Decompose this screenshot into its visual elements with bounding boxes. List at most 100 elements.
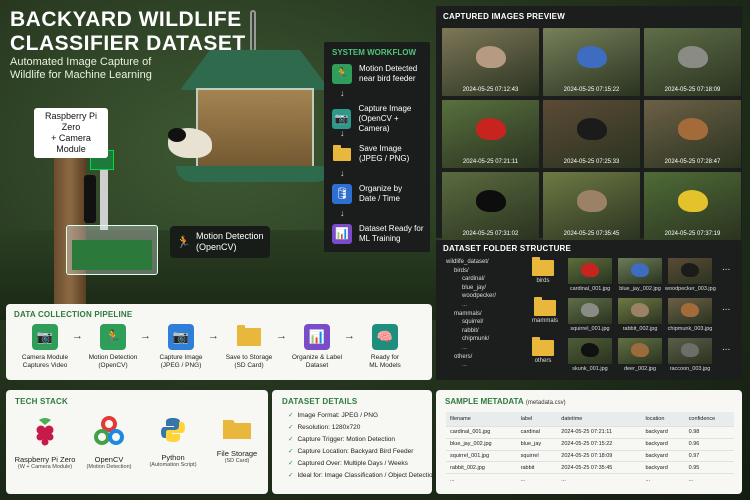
workflow-step-label-1: Save Image <box>359 144 402 153</box>
camera-ribbon-cable <box>100 170 108 230</box>
metadata-cell: 2024-05-25 07:15:22 <box>557 437 642 451</box>
workflow-step: 🛢 Organize by Date / Time <box>332 184 402 204</box>
data-collection-pipeline-panel: DATA COLLECTION PIPELINE 📷 Camera Module C… <box>6 304 432 380</box>
metadata-table: filename label datetime location confidence c… <box>446 412 734 485</box>
captured-image-thumbnail: 2024-05-25 07:15:22 <box>543 28 640 96</box>
dataset-file-name: chipmunk_003.jpg <box>667 326 713 332</box>
tech-stack-name: File Storage <box>216 449 258 458</box>
folder-tree-node: squirrel/ <box>462 319 484 326</box>
metadata-cell: 0.97 <box>684 449 734 462</box>
feeder-hanger <box>250 10 256 52</box>
wildlife-subject <box>681 263 699 277</box>
dataset-detail-item: Capture Location: Backyard Bird Feeder <box>288 446 436 458</box>
folder-tree-node: cardinal/ <box>462 276 485 283</box>
folder-icon <box>222 416 252 445</box>
down-arrow-icon: ↓ <box>340 128 345 138</box>
folder-tree-node: ... <box>462 301 468 308</box>
more-files-ellipsis: ... <box>722 302 731 313</box>
camera-icon: 📷 <box>32 324 58 350</box>
folder-tree-node: woodpecker/ <box>462 293 497 300</box>
pipeline-step-label-2: (JPEG / PNG) <box>160 362 202 369</box>
workflow-step-label-2: ML Training <box>359 234 401 243</box>
pipeline-title: DATA COLLECTION PIPELINE <box>14 310 133 319</box>
pipeline-step: 📷 Capture Image (JPEG / PNG) <box>146 324 216 370</box>
table-row: blue_jay_002.jpg blue_jay 2024-05-25 07:15… <box>446 437 734 451</box>
tech-stack-item: Python (Automation Script) <box>142 416 204 468</box>
running-person-icon: 🏃 <box>332 64 352 84</box>
dataset-folder-title: DATASET FOLDER STRUCTURE <box>443 244 572 253</box>
workflow-step-text: Save Image (JPEG / PNG) <box>359 144 409 164</box>
workflow-step-label-1: Motion Detected <box>359 64 418 73</box>
dataset-file-thumbnail <box>568 298 612 324</box>
metadata-header-row: filename label datetime location confidence <box>446 412 734 427</box>
wildlife-subject <box>581 303 599 317</box>
workflow-step-label-1: Organize by <box>359 184 403 193</box>
system-workflow-title: SYSTEM WORKFLOW <box>332 48 416 57</box>
more-files-ellipsis: ... <box>722 342 731 353</box>
raspberry-icon <box>31 416 59 451</box>
dataset-file-name: cardinal_001.jpg <box>569 286 611 292</box>
dataset-file-thumbnail <box>668 338 712 364</box>
folder-tree-node: ... <box>462 344 468 351</box>
image-timestamp: 2024-05-25 07:12:43 <box>462 87 519 93</box>
category-name: mammals <box>532 318 559 324</box>
tech-stack-item: Raspberry Pi Zero (W + Camera Module) <box>14 416 76 470</box>
dataset-file-thumbnail <box>668 258 712 284</box>
folder-tree-node: mammals/ <box>454 310 482 317</box>
category-folder: mammals <box>532 297 559 324</box>
system-workflow-panel: SYSTEM WORKFLOW 🏃 Motion Detected near bir… <box>324 42 430 252</box>
wildlife-subject <box>476 118 506 140</box>
metadata-cell: squirrel_001.jpg <box>446 449 517 462</box>
folder-tree-node: birds/ <box>454 267 469 274</box>
title-line-1: BACKYARD WILDLIFE <box>10 8 242 31</box>
pipeline-step-label-1: Capture Image <box>159 354 203 361</box>
wildlife-subject <box>678 46 708 68</box>
folder-tree-node: others/ <box>454 353 473 360</box>
category-name: others <box>534 358 552 364</box>
folder-tree-node: ... <box>462 362 468 369</box>
brain-icon: 🧠 <box>372 324 398 350</box>
wildlife-subject <box>476 190 506 212</box>
sample-metadata-panel: SAMPLE METADATA (metadata.csv) filename l… <box>436 390 742 494</box>
metadata-cell: ... <box>557 473 642 485</box>
tech-stack-description: (Automation Script) <box>149 462 197 468</box>
dataset-file-name: woodpecker_003.jpg <box>665 286 716 292</box>
metadata-cell: ... <box>516 473 558 485</box>
tech-stack-panel: TECH STACK Raspberry Pi Zero (W + Camera … <box>6 390 268 494</box>
wildlife-subject <box>577 118 607 140</box>
folder-tree-node: rabbit/ <box>462 327 479 334</box>
metadata-cell: backyard <box>641 437 685 451</box>
wildlife-subject <box>678 118 708 140</box>
wildlife-subject <box>681 343 699 357</box>
metadata-cell: ... <box>684 473 734 485</box>
captured-image-thumbnail: 2024-05-25 07:31:02 <box>442 172 539 240</box>
sample-metadata-title: SAMPLE METADATA <box>445 397 524 406</box>
metadata-cell: cardinal <box>516 426 558 439</box>
dataset-file-thumbnail <box>568 338 612 364</box>
folder-shape <box>237 325 261 346</box>
workflow-step-label-2: (JPEG / PNG) <box>359 154 410 163</box>
metadata-cell: 2024-05-25 07:21:11 <box>557 426 642 439</box>
workflow-step-text: Motion Detected near bird feeder <box>359 64 417 84</box>
folder-tree-node: wildlife_dataset/ <box>446 259 489 265</box>
workflow-step: Save Image (JPEG / PNG) <box>332 144 409 164</box>
dataset-file-thumbnail <box>618 338 662 364</box>
metadata-cell: 0.96 <box>684 437 734 451</box>
tech-stack-title: TECH STACK <box>15 397 68 406</box>
category-name: birds <box>536 278 550 284</box>
folder-icon <box>532 257 554 276</box>
motion-detection-label: 🏃 Motion Detection (OpenCV) <box>170 226 270 258</box>
dataset-file-name: skunk_001.jpg <box>572 366 608 372</box>
pipeline-step: 📷 Camera Module Captures Video <box>10 324 80 370</box>
metadata-cell: 2024-05-25 07:18:09 <box>557 449 642 462</box>
image-timestamp: 2024-05-25 07:25:33 <box>563 159 620 165</box>
bar-chart-icon: 📊 <box>332 224 352 244</box>
pipeline-step-label-2: Captures Video <box>22 362 68 369</box>
pipeline-step-label-1: Ready for <box>370 354 400 361</box>
tech-stack-name: Python <box>161 453 185 462</box>
metadata-cell: rabbit <box>516 461 558 474</box>
folder-tree-node: chipmunk/ <box>462 336 490 343</box>
category-folder: others <box>532 337 554 364</box>
python-icon <box>159 416 187 449</box>
pipeline-step-label-2: Dataset <box>305 362 329 369</box>
